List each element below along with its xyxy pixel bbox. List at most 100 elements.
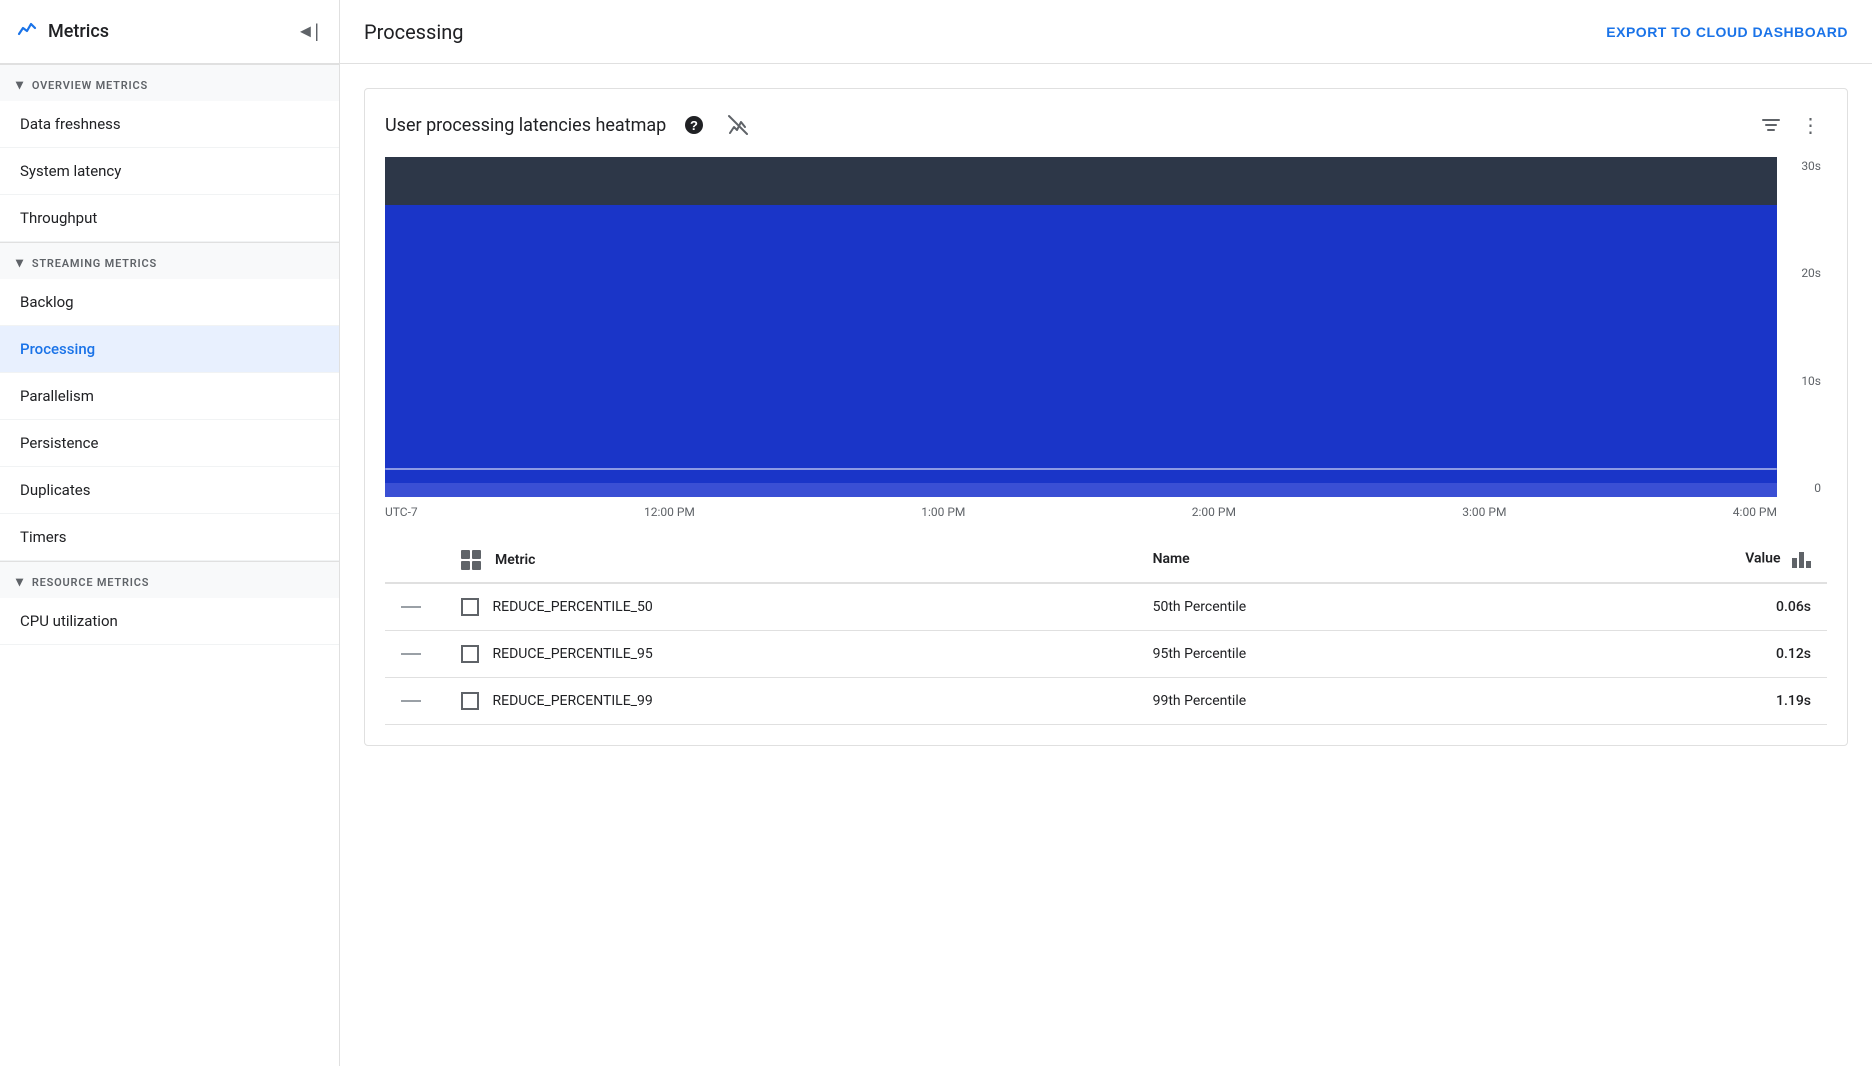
y-axis-10s: 10s <box>1777 374 1821 388</box>
x-label-utc: UTC-7 <box>385 505 418 519</box>
more-options-icon: ⋮ <box>1801 113 1822 138</box>
row-value-0: 0.06s <box>1525 583 1827 631</box>
x-label-200: 2:00 PM <box>1192 505 1236 519</box>
y-axis: 30s 20s 10s 0 <box>1777 157 1827 497</box>
filter-button[interactable] <box>1755 109 1787 141</box>
table-row: REDUCE_PERCENTILE_95 95th Percentile 0.1… <box>385 631 1827 678</box>
legend-dash-2 <box>401 700 421 702</box>
grid-cell-4 <box>472 561 481 570</box>
x-label-400: 4:00 PM <box>1733 505 1777 519</box>
no-data-icon-button[interactable] <box>722 109 754 141</box>
legend-dash-1 <box>401 653 421 655</box>
main-panel: Processing EXPORT TO CLOUD DASHBOARD Use… <box>340 0 1872 1066</box>
heatmap-dark-band <box>385 157 1777 205</box>
x-label-100: 1:00 PM <box>921 505 965 519</box>
row-dash-2 <box>385 678 445 725</box>
bar-chart-icon <box>1792 550 1811 568</box>
grid-icon <box>461 550 481 570</box>
heatmap-white-line <box>385 468 1777 470</box>
app-logo: Metrics <box>16 17 109 47</box>
export-button[interactable]: EXPORT TO CLOUD DASHBOARD <box>1606 24 1848 40</box>
app-name: Metrics <box>48 21 109 42</box>
chart-title: User processing latencies heatmap <box>385 115 666 136</box>
row-metric-1: REDUCE_PERCENTILE_95 <box>445 631 1137 678</box>
th-metric: Metric <box>445 535 1137 583</box>
overview-section-label: OVERVIEW METRICS <box>32 79 148 92</box>
table-row: REDUCE_PERCENTILE_99 99th Percentile 1.1… <box>385 678 1827 725</box>
row-dash-1 <box>385 631 445 678</box>
name-col-label: Name <box>1153 551 1190 567</box>
x-axis: UTC-7 12:00 PM 1:00 PM 2:00 PM 3:00 PM 4… <box>385 497 1777 519</box>
metric-checkbox-2[interactable] <box>461 692 479 710</box>
x-label-300: 3:00 PM <box>1462 505 1506 519</box>
metrics-table: Metric Name Value <box>385 535 1827 725</box>
row-value-1: 0.12s <box>1525 631 1827 678</box>
table-header-row: Metric Name Value <box>385 535 1827 583</box>
metric-key-0: REDUCE_PERCENTILE_50 <box>492 599 652 615</box>
filter-icon <box>1762 119 1780 131</box>
help-button[interactable]: ? <box>678 109 710 141</box>
chart-title-group: User processing latencies heatmap ? <box>385 109 754 141</box>
row-value-2: 1.19s <box>1525 678 1827 725</box>
resource-section-label: RESOURCE METRICS <box>32 576 149 589</box>
metric-checkbox-0[interactable] <box>461 598 479 616</box>
page-title: Processing <box>364 20 463 44</box>
heatmap-canvas <box>385 157 1777 497</box>
overview-chevron-icon: ▾ <box>16 77 24 93</box>
streaming-section-header[interactable]: ▾ STREAMING METRICS <box>0 242 339 279</box>
metric-checkbox-1[interactable] <box>461 645 479 663</box>
main-content: User processing latencies heatmap ? <box>340 64 1872 1066</box>
chart-header: User processing latencies heatmap ? <box>385 109 1827 141</box>
metric-key-1: REDUCE_PERCENTILE_95 <box>492 646 652 662</box>
chart-actions: ⋮ <box>1755 109 1827 141</box>
th-dash <box>385 535 445 583</box>
metrics-icon <box>16 17 40 47</box>
y-axis-30s: 30s <box>1777 159 1821 173</box>
sidebar-header: Metrics ◄| <box>0 0 339 64</box>
sidebar-item-backlog[interactable]: Backlog <box>0 279 339 326</box>
sidebar-item-persistence[interactable]: Persistence <box>0 420 339 467</box>
heatmap-bottom-band <box>385 483 1777 497</box>
streaming-chevron-icon: ▾ <box>16 255 24 271</box>
x-label-1200: 12:00 PM <box>644 505 695 519</box>
resource-chevron-icon: ▾ <box>16 574 24 590</box>
row-metric-2: REDUCE_PERCENTILE_99 <box>445 678 1137 725</box>
svg-text:?: ? <box>690 118 698 133</box>
row-name-0: 50th Percentile <box>1137 583 1525 631</box>
sidebar-item-data-freshness[interactable]: Data freshness <box>0 101 339 148</box>
sidebar: Metrics ◄| ▾ OVERVIEW METRICS Data fresh… <box>0 0 340 1066</box>
sidebar-item-parallelism[interactable]: Parallelism <box>0 373 339 420</box>
metric-col-label: Metric <box>495 552 535 568</box>
legend-dash-0 <box>401 606 421 608</box>
sidebar-item-throughput[interactable]: Throughput <box>0 195 339 242</box>
table-row: REDUCE_PERCENTILE_50 50th Percentile 0.0… <box>385 583 1827 631</box>
metric-key-2: REDUCE_PERCENTILE_99 <box>492 693 652 709</box>
grid-cell-2 <box>472 550 481 559</box>
row-name-1: 95th Percentile <box>1137 631 1525 678</box>
no-data-icon <box>727 114 749 136</box>
more-options-button[interactable]: ⋮ <box>1795 109 1827 141</box>
overview-section-header[interactable]: ▾ OVERVIEW METRICS <box>0 64 339 101</box>
resource-section-header[interactable]: ▾ RESOURCE METRICS <box>0 561 339 598</box>
streaming-section-label: STREAMING METRICS <box>32 257 157 270</box>
heatmap-wrapper: 30s 20s 10s 0 <box>385 157 1827 497</box>
main-header: Processing EXPORT TO CLOUD DASHBOARD <box>340 0 1872 64</box>
metrics-table-body: REDUCE_PERCENTILE_50 50th Percentile 0.0… <box>385 583 1827 725</box>
th-value: Value <box>1525 535 1827 583</box>
metric-col-header: Metric <box>461 550 535 570</box>
grid-cell-1 <box>461 550 470 559</box>
sidebar-item-duplicates[interactable]: Duplicates <box>0 467 339 514</box>
value-col-label: Value <box>1745 550 1780 566</box>
help-icon: ? <box>684 115 704 135</box>
grid-cell-3 <box>461 561 470 570</box>
sidebar-item-system-latency[interactable]: System latency <box>0 148 339 195</box>
th-name: Name <box>1137 535 1525 583</box>
chart-container: User processing latencies heatmap ? <box>364 88 1848 746</box>
column-chart-icon <box>1792 550 1811 566</box>
sidebar-item-processing[interactable]: Processing <box>0 326 339 373</box>
row-dash-0 <box>385 583 445 631</box>
collapse-button[interactable]: ◄| <box>293 17 324 46</box>
sidebar-item-timers[interactable]: Timers <box>0 514 339 561</box>
sidebar-item-cpu-utilization[interactable]: CPU utilization <box>0 598 339 645</box>
y-axis-20s: 20s <box>1777 266 1821 280</box>
